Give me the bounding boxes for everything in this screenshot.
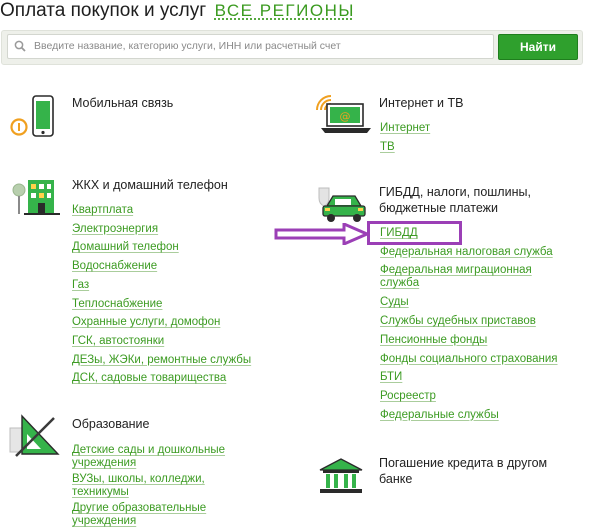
svg-text:@: @ bbox=[340, 110, 351, 123]
link-bti[interactable]: БТИ bbox=[380, 368, 558, 387]
link-garages[interactable]: ГСК, автостоянки bbox=[72, 332, 251, 351]
link-other-education[interactable]: Другие образовательные учреждения bbox=[72, 502, 225, 528]
search-button[interactable]: Найти bbox=[498, 34, 578, 60]
category-title[interactable]: Мобильная связь bbox=[72, 95, 173, 111]
link-list: Интернет ТВ bbox=[380, 119, 430, 156]
category-title[interactable]: Интернет и ТВ bbox=[379, 95, 463, 111]
link-list: Детские сады и дошкольные учреждения ВУЗы… bbox=[72, 441, 225, 531]
link-rent[interactable]: Квартплата bbox=[72, 201, 251, 220]
link-heating[interactable]: Теплоснабжение bbox=[72, 295, 251, 314]
link-migration-service[interactable]: Федеральная миграционная службa bbox=[380, 264, 558, 290]
page-title: Оплата покупок и услуг bbox=[0, 0, 207, 21]
search-icon bbox=[14, 40, 26, 52]
link-list: Квартплата Электроэнергия Домашний телеф… bbox=[72, 201, 251, 388]
link-tax-service[interactable]: Федеральная налоговая служба bbox=[380, 243, 558, 262]
link-federal-services[interactable]: Федеральные службы bbox=[380, 406, 558, 425]
link-garden[interactable]: ДСК, садовые товарищества bbox=[72, 369, 251, 388]
link-courts[interactable]: Суды bbox=[380, 293, 558, 312]
annotation-arrow-icon bbox=[274, 223, 370, 245]
header: Оплата покупок и услуг ВСЕ РЕГИОНЫ bbox=[0, 0, 355, 24]
link-internet[interactable]: Интернет bbox=[380, 119, 430, 138]
link-home-phone[interactable]: Домашний телефон bbox=[72, 238, 251, 257]
link-universities[interactable]: ВУЗы, школы, колледжи, техникумы bbox=[72, 473, 225, 499]
link-tv[interactable]: ТВ bbox=[380, 138, 430, 157]
bank-icon bbox=[319, 458, 363, 493]
car-icon bbox=[318, 187, 366, 222]
link-electricity[interactable]: Электроэнергия bbox=[72, 220, 251, 239]
region-selector-link[interactable]: ВСЕ РЕГИОНЫ bbox=[215, 1, 355, 20]
link-social-insurance[interactable]: Фонды социального страхования bbox=[380, 350, 558, 369]
phone-icon bbox=[10, 95, 54, 137]
link-rosreestr[interactable]: Росреестр bbox=[380, 387, 558, 406]
link-bailiffs[interactable]: Службы судебных приставов bbox=[380, 312, 558, 331]
link-gas[interactable]: Газ bbox=[72, 276, 251, 295]
annotation-highlight-box bbox=[367, 221, 462, 245]
ruler-triangle-icon bbox=[9, 414, 60, 457]
category-title-line2[interactable]: банке bbox=[379, 471, 412, 487]
category-title[interactable]: ЖКХ и домашний телефон bbox=[72, 177, 228, 193]
link-pension-funds[interactable]: Пенсионные фонды bbox=[380, 331, 558, 350]
link-kindergartens[interactable]: Детские сады и дошкольные учреждения bbox=[72, 444, 225, 470]
link-water[interactable]: Водоснабжение bbox=[72, 257, 251, 276]
search-input[interactable]: Введите название, категорию услуги, ИНН … bbox=[7, 34, 494, 59]
link-maintenance[interactable]: ДЕЗы, ЖЭКи, ремонтные службы bbox=[72, 351, 251, 370]
link-security[interactable]: Охранные услуги, домофон bbox=[72, 313, 251, 332]
laptop-icon: @ bbox=[316, 95, 371, 133]
search-placeholder: Введите название, категорию услуги, ИНН … bbox=[34, 40, 341, 52]
category-title-line2[interactable]: бюджетные платежи bbox=[379, 200, 498, 216]
link-list: ГИБДД Федеральная налоговая служба Федер… bbox=[380, 224, 558, 424]
category-title-line1[interactable]: Погашение кредита в другом bbox=[379, 455, 547, 471]
category-title-line1[interactable]: ГИБДД, налоги, пошлины, bbox=[379, 184, 531, 200]
category-title[interactable]: Образование bbox=[72, 416, 149, 432]
search-panel: Введите название, категорию услуги, ИНН … bbox=[1, 30, 583, 65]
building-icon bbox=[12, 180, 60, 215]
